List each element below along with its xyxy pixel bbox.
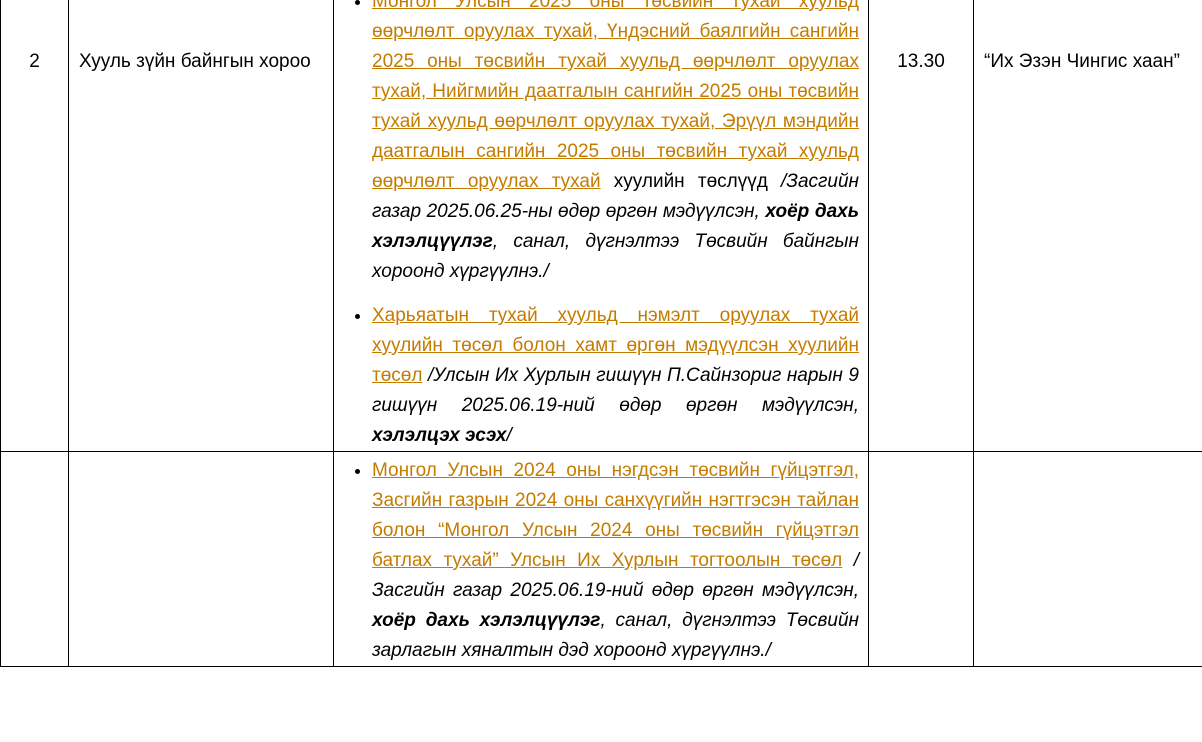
table-row: 2 Хууль зүйн байнгын хороо Монгол Улсын … <box>0 0 1202 452</box>
bill-link[interactable]: Монгол Улсын 2025 оны төсвийн тухай хуул… <box>372 0 859 192</box>
item-plain-text: хуулийн төслүүд <box>600 171 782 192</box>
agenda-items-cell: Монгол Улсын 2024 оны нэгдсэн төсвийн гү… <box>333 451 869 667</box>
committee-name: Хууль зүйн байнгын хороо <box>79 51 311 72</box>
committee-cell <box>68 451 334 667</box>
agenda-list: Монгол Улсын 2024 оны нэгдсэн төсвийн гү… <box>334 456 868 666</box>
location-cell <box>973 451 1202 667</box>
session-location: “Их Эзэн Чингис хаан” <box>984 51 1180 72</box>
row-number-cell: 2 <box>0 0 69 452</box>
list-item: Монгол Улсын 2024 оны нэгдсэн төсвийн гү… <box>372 456 859 666</box>
location-cell: “Их Эзэн Чингис хаан” <box>973 0 1202 452</box>
session-time: 13.30 <box>897 51 945 72</box>
agenda-items-cell: Монгол Улсын 2025 оны төсвийн тухай хуул… <box>333 0 869 452</box>
table-row: Монгол Улсын 2024 оны нэгдсэн төсвийн гү… <box>0 451 1202 667</box>
note-text: /Улсын Их Хурлын гишүүн П.Сайнзориг нары… <box>372 365 859 416</box>
committee-cell: Хууль зүйн байнгын хороо <box>68 0 334 452</box>
note-emphasis: хэлэлцэх эсэх <box>372 425 507 446</box>
row-number-cell <box>0 451 69 667</box>
time-cell <box>868 451 974 667</box>
time-cell: 13.30 <box>868 0 974 452</box>
row-number: 2 <box>29 51 40 72</box>
bill-link[interactable]: Монгол Улсын 2024 оны нэгдсэн төсвийн гү… <box>372 460 859 571</box>
note-text: / <box>506 425 512 446</box>
agenda-list: Монгол Улсын 2025 оны төсвийн тухай хуул… <box>334 0 868 451</box>
agenda-table: 2 Хууль зүйн байнгын хороо Монгол Улсын … <box>0 0 1202 667</box>
item-note: /Улсын Их Хурлын гишүүн П.Сайнзориг нары… <box>372 365 859 446</box>
list-item: Харьяатын тухай хуульд нэмэлт оруулах ту… <box>372 301 859 451</box>
note-emphasis: хоёр дахь хэлэлцүүлэг <box>372 610 601 631</box>
list-item: Монгол Улсын 2025 оны төсвийн тухай хуул… <box>372 0 859 287</box>
